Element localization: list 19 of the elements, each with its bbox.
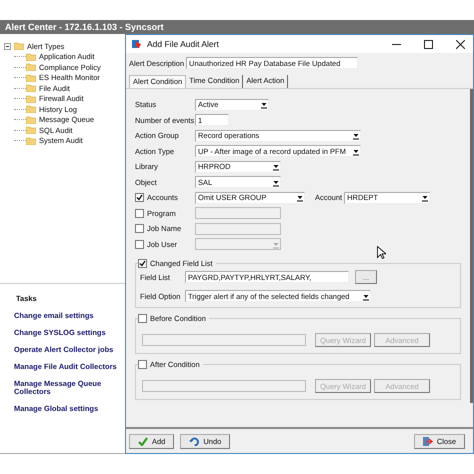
undo-arrow-icon	[189, 436, 200, 446]
condition-field[interactable]	[142, 380, 306, 392]
dialog-title: Add File Audit Alert	[147, 39, 219, 49]
caret-icon	[260, 100, 268, 110]
app-icon	[132, 39, 142, 49]
caret-icon	[352, 131, 360, 140]
checkmark-icon	[138, 436, 148, 446]
exit-door-icon	[422, 436, 433, 446]
mouse-cursor-icon	[377, 246, 386, 259]
caret-icon	[421, 193, 430, 202]
condition-field[interactable]	[142, 334, 306, 346]
caret-icon	[272, 162, 280, 172]
maximize-icon[interactable]	[424, 40, 433, 48]
app-title: Alert Center - 172.16.1.103 - Syncsort	[5, 22, 164, 32]
collapse-icon[interactable]	[4, 42, 11, 50]
caret-icon	[296, 193, 304, 202]
close-icon[interactable]	[456, 40, 465, 48]
checkmark-icon	[136, 194, 143, 202]
checkmark-icon	[139, 260, 146, 267]
